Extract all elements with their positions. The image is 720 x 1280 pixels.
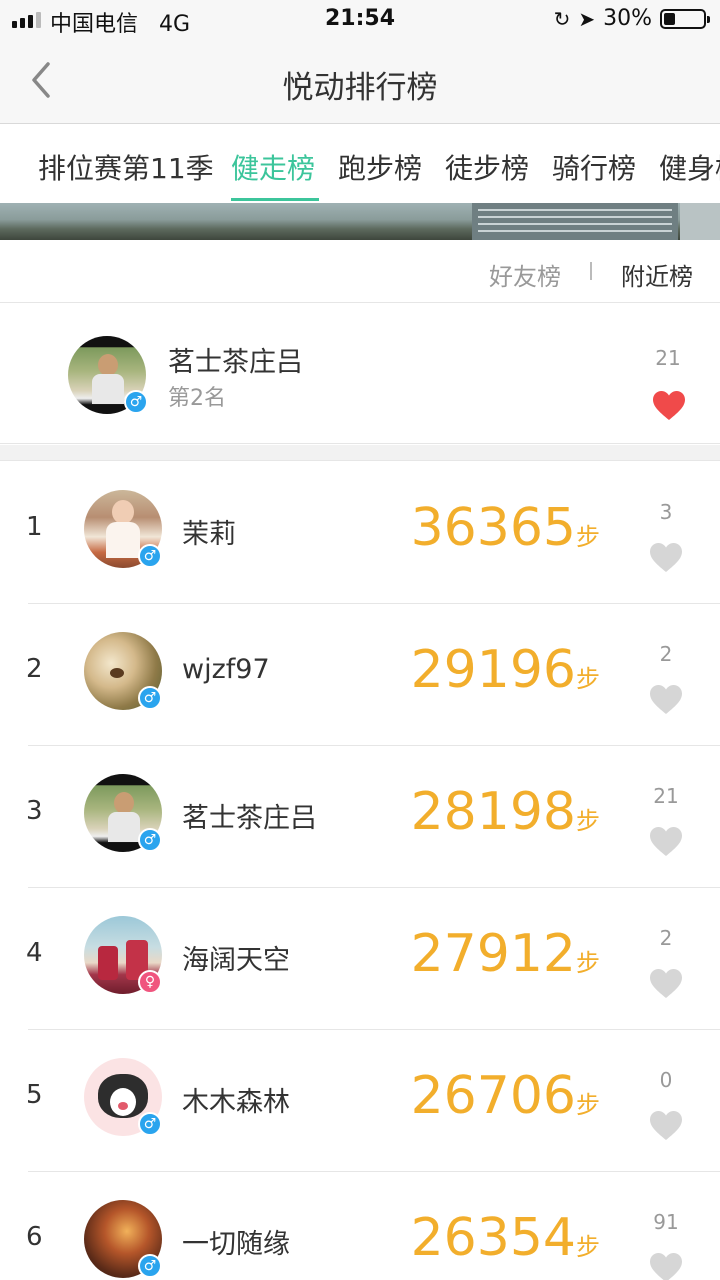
step-count: 28198步	[411, 782, 600, 842]
heart-button[interactable]	[649, 1110, 683, 1142]
heart-icon	[653, 391, 685, 420]
male-symbol-icon: ♂	[138, 828, 162, 852]
tab-walking[interactable]: 健走榜	[231, 147, 315, 187]
male-symbol-icon: ♂	[124, 390, 148, 414]
like-count: 91	[653, 1210, 679, 1234]
rank-number: 2	[26, 654, 43, 684]
rank-number: 6	[26, 1222, 43, 1252]
location-arrow-icon: ➤	[578, 6, 596, 31]
heart-icon	[650, 1253, 682, 1280]
heart-button[interactable]	[649, 968, 683, 1000]
battery-percent: 30%	[603, 6, 652, 31]
male-symbol-icon: ♂	[138, 544, 162, 568]
user-name: 海阔天空	[182, 945, 290, 976]
heart-button[interactable]	[652, 390, 686, 422]
heart-button[interactable]	[649, 1252, 683, 1280]
male-symbol-icon: ♂	[138, 1254, 162, 1278]
heart-icon	[650, 969, 682, 998]
my-like-count: 21	[655, 346, 681, 370]
like-count: 2	[659, 642, 673, 666]
rank-number: 5	[26, 1080, 43, 1110]
tab-nearby[interactable]: 附近榜	[621, 257, 693, 292]
step-value: 27912	[410, 924, 576, 984]
list-item[interactable]: 4 ♀ 海阔天空 27912步 2	[0, 888, 720, 1030]
step-unit: 步	[576, 665, 600, 693]
list-item[interactable]: 3 ♂ 茗士茶庄吕 28198步 21	[0, 746, 720, 888]
female-symbol-icon: ♀	[138, 970, 162, 994]
status-bar: 中国电信 4G 21:54 ↻ ➤ 30%	[0, 0, 720, 40]
step-unit: 步	[576, 807, 600, 835]
rank-number: 3	[26, 796, 43, 826]
rank-number: 1	[26, 512, 43, 542]
page-title: 悦动排行榜	[282, 70, 438, 106]
male-symbol-icon: ♂	[138, 686, 162, 710]
list-item[interactable]: 1 ♂ 茉莉 36365步 3	[0, 462, 720, 604]
banner-edge	[680, 203, 720, 240]
step-count: 36365步	[411, 498, 600, 558]
step-count: 29196步	[411, 640, 600, 700]
navigation-bar: 悦动排行榜	[0, 40, 720, 124]
my-rank-row[interactable]: ♂ 茗士茶庄吕 第2名 21	[0, 304, 720, 444]
user-name: 一切随缘	[182, 1229, 290, 1260]
step-count: 27912步	[411, 924, 600, 984]
step-unit: 步	[576, 949, 600, 977]
section-gap	[0, 445, 720, 461]
tab-ranked-season[interactable]: 排位赛第11季	[38, 147, 214, 187]
banner-building	[472, 203, 678, 240]
orientation-lock-icon: ↻	[553, 6, 571, 31]
like-count: 0	[659, 1068, 673, 1092]
tab-friends[interactable]: 好友榜	[489, 257, 561, 292]
list-item[interactable]: 2 ♂ wjzf97 29196步 2	[0, 604, 720, 746]
heart-button[interactable]	[649, 826, 683, 858]
step-unit: 步	[576, 523, 600, 551]
user-name: 木木森林	[182, 1087, 290, 1118]
heart-icon	[650, 543, 682, 572]
rank-number: 4	[26, 938, 43, 968]
battery-icon	[660, 8, 710, 29]
male-symbol-icon: ♂	[138, 1112, 162, 1136]
step-value: 26706	[410, 1066, 576, 1126]
user-name: wjzf97	[182, 654, 270, 685]
heart-button[interactable]	[649, 542, 683, 574]
user-name: 茉莉	[182, 519, 236, 550]
leaderboard-scope-tabs: 好友榜 附近榜	[0, 240, 720, 303]
user-name: 茗士茶庄吕	[182, 803, 317, 834]
step-value: 28198	[410, 782, 576, 842]
my-name: 茗士茶庄吕	[168, 347, 303, 378]
active-tab-indicator	[231, 198, 319, 201]
heart-icon	[650, 827, 682, 856]
step-count: 26354步	[411, 1208, 600, 1268]
step-count: 26706步	[411, 1066, 600, 1126]
heart-icon	[650, 1111, 682, 1140]
step-value: 29196	[410, 640, 576, 700]
list-item[interactable]: 6 ♂ 一切随缘 26354步 91	[0, 1172, 720, 1280]
subtab-separator	[590, 262, 592, 280]
tab-running[interactable]: 跑步榜	[338, 147, 422, 187]
heart-icon	[650, 685, 682, 714]
battery-level-fill	[664, 12, 675, 25]
list-item[interactable]: 5 ♂ 木木森林 26706步 0	[0, 1030, 720, 1172]
like-count: 2	[659, 926, 673, 950]
like-count: 3	[659, 500, 673, 524]
category-tabs: 排位赛第11季 健走榜 跑步榜 徒步榜 骑行榜 健身榜	[0, 125, 720, 203]
heart-button[interactable]	[649, 684, 683, 716]
like-count: 21	[653, 784, 679, 808]
step-unit: 步	[576, 1233, 600, 1261]
step-value: 26354	[410, 1208, 576, 1268]
tab-hiking[interactable]: 徒步榜	[445, 147, 529, 187]
banner-image	[0, 203, 720, 240]
my-rank-text: 第2名	[168, 386, 226, 411]
step-value: 36365	[410, 498, 576, 558]
tab-cycling[interactable]: 骑行榜	[552, 147, 636, 187]
tab-fitness[interactable]: 健身榜	[659, 147, 720, 187]
step-unit: 步	[576, 1091, 600, 1119]
